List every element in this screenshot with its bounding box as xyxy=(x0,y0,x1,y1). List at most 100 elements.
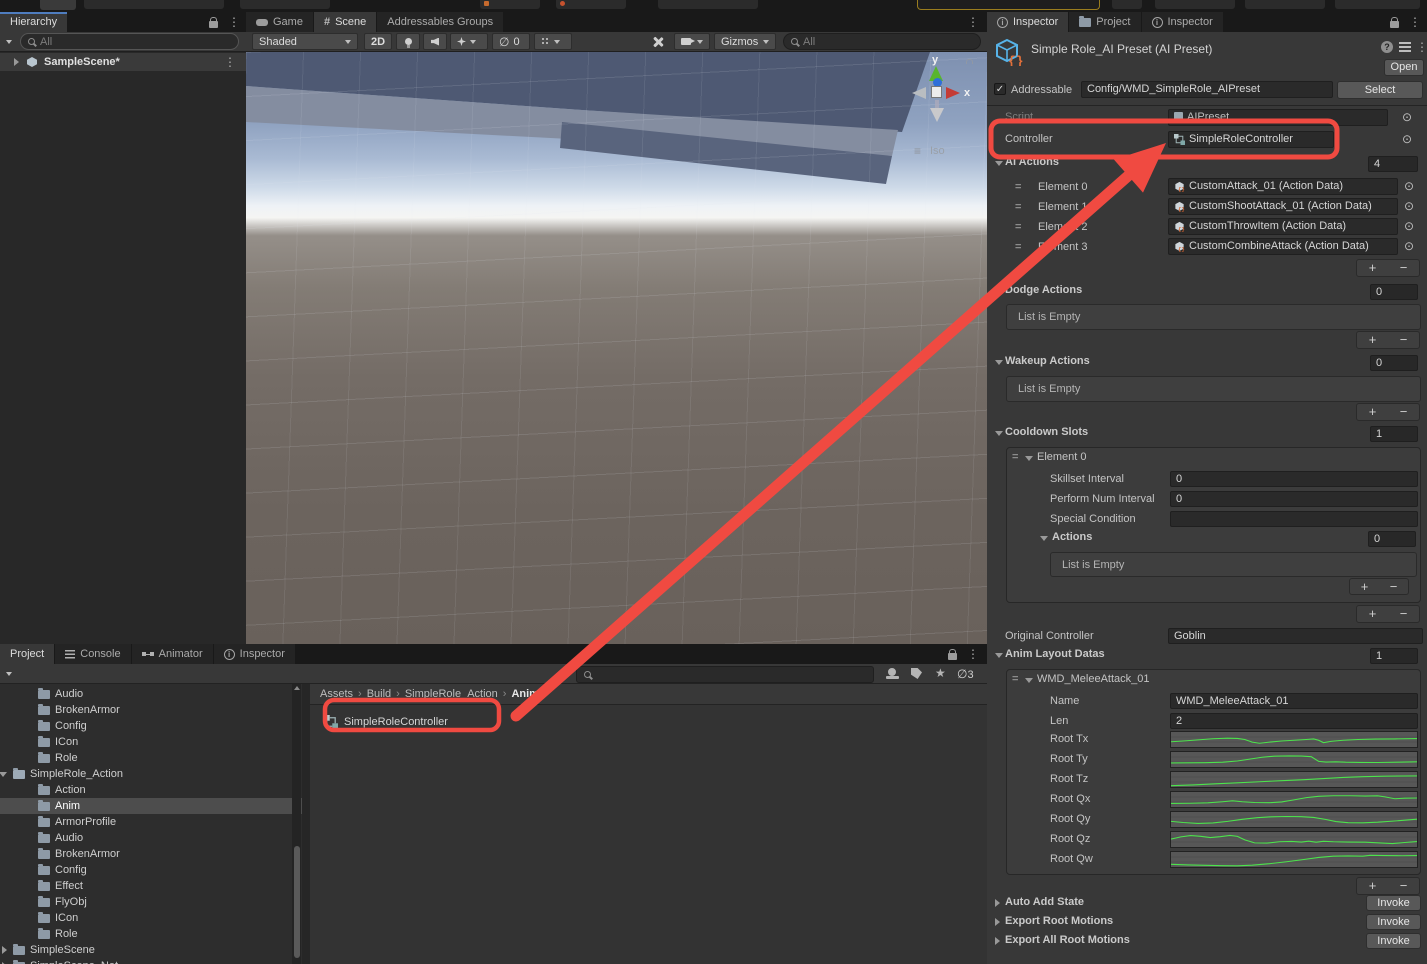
cooldown-slots-count[interactable]: 1 xyxy=(1370,426,1418,442)
curve-field[interactable] xyxy=(1170,831,1418,848)
tree-item-audio[interactable]: Audio xyxy=(0,830,302,846)
curve-field[interactable] xyxy=(1170,791,1418,808)
add-button[interactable]: + xyxy=(1357,404,1388,420)
scene-search-input[interactable] xyxy=(803,35,973,48)
action-data-field[interactable]: {} CustomThrowItem (Action Data) xyxy=(1168,218,1398,235)
tab-animator[interactable]: Animator xyxy=(131,644,213,664)
tab-addressables-groups[interactable]: Addressables Groups xyxy=(377,12,504,32)
hierarchy-item-scene[interactable]: SampleScene* ⋮ xyxy=(0,53,246,71)
undo-button[interactable] xyxy=(1112,0,1142,9)
wakeup-actions-count[interactable]: 0 xyxy=(1370,355,1418,371)
foldout-icon[interactable] xyxy=(995,360,1003,365)
x-axis-cone-icon[interactable] xyxy=(946,87,960,99)
kebab-menu-icon[interactable]: ⋮ xyxy=(228,16,240,28)
gizmo-center-cube[interactable] xyxy=(931,86,942,98)
remove-button[interactable]: − xyxy=(1388,404,1419,420)
invoke-button[interactable]: Invoke xyxy=(1366,914,1421,930)
script-field[interactable]: AIPreset xyxy=(1168,109,1388,126)
anim-name-field[interactable]: WMD_MeleeAttack_01 xyxy=(1170,693,1418,709)
tree-item-role[interactable]: Role xyxy=(0,750,302,766)
foldout-icon[interactable] xyxy=(995,431,1003,436)
audio-toggle[interactable] xyxy=(423,33,447,50)
breadcrumb-segment[interactable]: Build xyxy=(367,688,391,700)
drag-handle-icon[interactable]: = xyxy=(1012,451,1019,463)
foldout-collapsed-icon[interactable] xyxy=(995,937,1000,945)
tree-item-brokenarmor[interactable]: BrokenArmor xyxy=(0,702,302,718)
tree-item-simplescene[interactable]: SimpleScene xyxy=(0,942,302,958)
lock-icon[interactable] xyxy=(209,16,218,28)
tree-scrollbar[interactable] xyxy=(292,684,301,964)
tab-game[interactable]: Game xyxy=(246,12,313,32)
lock-icon[interactable] xyxy=(948,648,957,660)
presets-icon[interactable] xyxy=(1399,42,1411,52)
tree-item-flyobj[interactable]: FlyObj xyxy=(0,894,302,910)
object-picker-icon[interactable]: ⊙ xyxy=(1404,220,1414,232)
vcs-button[interactable] xyxy=(480,0,540,9)
foldout-icon[interactable] xyxy=(1025,456,1033,461)
tab-project[interactable]: Project xyxy=(1069,12,1141,32)
special-condition-field[interactable] xyxy=(1170,511,1418,527)
add-button[interactable]: + xyxy=(1350,579,1379,594)
play-buttons[interactable] xyxy=(658,0,758,9)
add-button[interactable]: + xyxy=(1357,260,1388,276)
foldout-icon[interactable] xyxy=(1040,536,1048,541)
remove-button[interactable]: − xyxy=(1388,332,1419,348)
layers-button[interactable] xyxy=(1245,0,1325,9)
tab-scene[interactable]: # Scene xyxy=(313,12,377,32)
remove-button[interactable]: − xyxy=(1388,878,1419,894)
tree-item-audio[interactable]: Audio xyxy=(0,686,302,702)
lighting-toggle[interactable] xyxy=(396,33,420,50)
add-button[interactable]: + xyxy=(1357,878,1388,894)
pane-splitter[interactable] xyxy=(302,684,310,964)
tree-item-simplerole_action[interactable]: SimpleRole_Action xyxy=(0,766,302,782)
open-button[interactable]: Open xyxy=(1384,59,1424,76)
foldout-collapsed-icon[interactable] xyxy=(995,918,1000,926)
tree-item-icon[interactable]: ICon xyxy=(0,734,302,750)
account-button[interactable] xyxy=(1155,0,1235,9)
breadcrumb-segment[interactable]: Assets xyxy=(320,688,353,700)
remove-button[interactable]: − xyxy=(1388,260,1419,276)
add-button[interactable]: + xyxy=(1357,606,1388,622)
drag-handle-icon[interactable]: = xyxy=(1015,241,1022,253)
tree-item-brokenarmor[interactable]: BrokenArmor xyxy=(0,846,302,862)
tools-button[interactable] xyxy=(645,33,671,50)
kebab-menu-icon[interactable]: ⋮ xyxy=(1416,41,1427,53)
original-controller-field[interactable]: Goblin xyxy=(1168,628,1423,644)
help-icon[interactable]: ? xyxy=(1381,41,1393,53)
layout-button[interactable] xyxy=(1335,0,1420,9)
camera-dropdown[interactable] xyxy=(674,33,710,50)
search-by-label-icon[interactable] xyxy=(911,668,922,679)
orientation-gizmo[interactable]: y x ≡ Iso xyxy=(906,54,987,164)
curve-field[interactable] xyxy=(1170,851,1418,868)
action-data-field[interactable]: {} CustomAttack_01 (Action Data) xyxy=(1168,178,1398,195)
gizmo-menu-icon[interactable]: ≡ xyxy=(914,144,921,158)
scrollbar-thumb[interactable] xyxy=(293,846,300,958)
hierarchy-search[interactable] xyxy=(20,33,239,50)
object-picker-icon[interactable]: ⊙ xyxy=(1404,240,1414,252)
2d-toggle[interactable]: 2D xyxy=(364,33,393,50)
dodge-actions-count[interactable]: 0 xyxy=(1370,284,1418,300)
breadcrumb-segment[interactable]: SimpleRole_Action xyxy=(405,688,498,700)
tree-item-config[interactable]: Config xyxy=(0,718,302,734)
action-data-field[interactable]: {} CustomCombineAttack (Action Data) xyxy=(1168,238,1398,255)
drag-handle-icon[interactable]: = xyxy=(1012,673,1019,685)
scroll-up-icon[interactable] xyxy=(294,686,300,690)
tab-console[interactable]: Console xyxy=(55,644,131,664)
kebab-menu-icon[interactable]: ⋮ xyxy=(967,648,979,660)
scene-viewport[interactable]: y x ≡ Iso xyxy=(246,52,987,644)
neg-x-axis-cone-icon[interactable] xyxy=(912,87,926,99)
curve-field[interactable] xyxy=(1170,771,1418,788)
scene-item-kebab-icon[interactable]: ⋮ xyxy=(224,56,236,68)
curve-field[interactable] xyxy=(1170,751,1418,768)
asset-item-simplerolecontroller[interactable]: SimpleRoleController xyxy=(324,712,448,732)
object-picker-icon[interactable]: ⊙ xyxy=(1402,111,1412,123)
remove-button[interactable]: − xyxy=(1379,579,1408,594)
foldout-icon[interactable] xyxy=(1025,678,1033,683)
addressable-path-field[interactable]: Config/WMD_SimpleRole_AIPreset xyxy=(1081,81,1333,98)
curve-field[interactable] xyxy=(1170,731,1418,748)
actions-count[interactable]: 0 xyxy=(1368,531,1416,547)
tab-inspector-bottom[interactable]: i Inspector xyxy=(213,644,295,664)
object-picker-icon[interactable]: ⊙ xyxy=(1404,180,1414,192)
breadcrumb-segment[interactable]: Anim xyxy=(511,688,539,700)
tab-inspector-2[interactable]: i Inspector xyxy=(1141,12,1223,32)
